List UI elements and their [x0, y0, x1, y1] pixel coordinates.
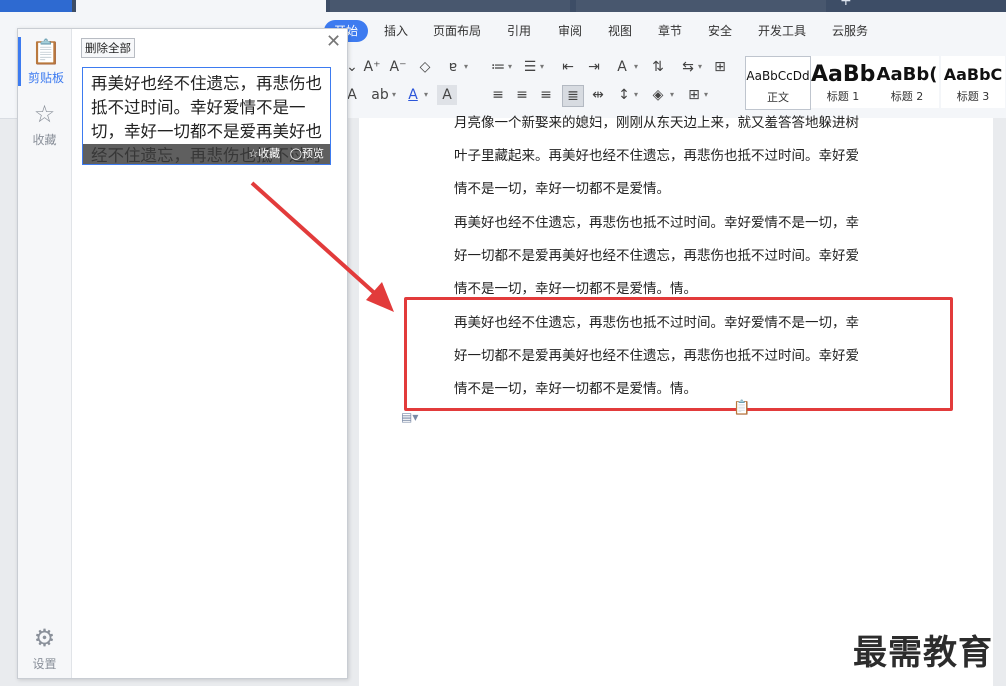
title-bar: +	[0, 0, 1006, 12]
style-gallery: AaBbCcDd 正文 AaBb 标题 1 AaBb( 标题 2 AaBbC 标…	[745, 56, 1006, 110]
style-heading2[interactable]: AaBb( 标题 2	[875, 56, 939, 108]
increase-indent-icon[interactable]: ⇥	[584, 57, 604, 77]
star-icon: ☆	[33, 100, 56, 128]
sidebar-item-favorites[interactable]: ☆ 收藏	[18, 99, 71, 148]
style-heading2-label: 标题 2	[890, 90, 924, 103]
style-heading3-sample: AaBbC	[943, 65, 1003, 84]
numbered-dropdown-icon[interactable]: ▾	[540, 57, 548, 77]
paragraph-mark-icon[interactable]: ▤▾	[401, 410, 418, 424]
clipboard-icon: 📋	[31, 38, 61, 66]
borders-icon[interactable]: ⊞	[684, 85, 704, 105]
show-marks-icon[interactable]: ⇆	[678, 57, 698, 77]
text-direction-dropdown-icon[interactable]: ▾	[634, 57, 642, 77]
numbered-list-icon[interactable]: ☰	[520, 57, 540, 77]
table-icon[interactable]: ⊞	[710, 57, 730, 77]
highlight-color-icon[interactable]: ab	[370, 85, 390, 105]
sidebar-item-label: 收藏	[32, 133, 57, 147]
bullet-list-icon[interactable]: ≔	[488, 57, 508, 77]
shading-dropdown-icon[interactable]: ▾	[670, 85, 678, 105]
text-line: 情不是一切，幸好一切都不是爱情。情。	[454, 281, 697, 297]
tab-wps[interactable]	[0, 0, 72, 12]
menu-cloud[interactable]: 云服务	[832, 20, 868, 42]
menu-page-layout[interactable]: 页面布局	[433, 20, 481, 42]
highlight-box	[404, 297, 953, 411]
panel-sidebar: 📋 剪贴板 ☆ 收藏 ⚙ 设置	[18, 29, 72, 678]
highlight-dropdown-icon[interactable]: ▾	[392, 85, 400, 105]
borders-dropdown-icon[interactable]: ▾	[704, 85, 712, 105]
char-shading-icon[interactable]: A	[437, 85, 457, 105]
sidebar-item-label: 剪贴板	[27, 71, 64, 85]
justify-icon[interactable]: ≣	[562, 85, 584, 107]
font-color-dropdown-icon[interactable]: ▾	[424, 85, 432, 105]
new-tab-icon[interactable]: +	[840, 0, 860, 12]
preview-action[interactable]: ◯预览	[290, 147, 324, 160]
sort-icon[interactable]: ⇅	[648, 57, 668, 77]
distribute-icon[interactable]: ⇹	[588, 85, 608, 105]
align-center-icon[interactable]: ≡	[512, 85, 532, 105]
document-page[interactable]: 月亮像一个新娶来的媳妇，刚刚从东天边上来，就又羞答答地躲进树 叶子里藏起来。再美…	[359, 115, 993, 686]
style-heading1-label: 标题 1	[826, 90, 860, 103]
tab-settings-window[interactable]	[576, 0, 826, 12]
shading-icon[interactable]: ◈	[648, 85, 668, 105]
menu-view[interactable]: 视图	[608, 20, 632, 42]
sidebar-item-settings[interactable]: ⚙ 设置	[18, 623, 71, 672]
phonetic-dropdown-icon[interactable]: ▾	[464, 57, 472, 77]
gear-icon: ⚙	[33, 624, 56, 652]
phonetic-icon[interactable]: ɐ	[443, 57, 463, 77]
line-spacing-dropdown-icon[interactable]: ▾	[634, 85, 642, 105]
grow-font-icon[interactable]: A⁺	[362, 57, 382, 77]
show-marks-dropdown-icon[interactable]: ▾	[698, 57, 706, 77]
menu-review[interactable]: 审阅	[558, 20, 582, 42]
close-icon[interactable]: ✕	[326, 31, 341, 52]
tab-document[interactable]	[76, 0, 326, 12]
menu-chapter[interactable]: 章节	[658, 20, 682, 42]
font-color-icon[interactable]: A	[403, 85, 423, 105]
align-right-icon[interactable]: ≡	[536, 85, 556, 105]
document-area: 月亮像一个新娶来的媳妇，刚刚从东天边上来，就又羞答答地躲进树 叶子里藏起来。再美…	[347, 115, 1006, 686]
bullet-dropdown-icon[interactable]: ▾	[508, 57, 516, 77]
clear-format-icon[interactable]: ◇	[415, 57, 435, 77]
text-direction-icon[interactable]: A	[612, 57, 632, 77]
delete-all-button[interactable]: 删除全部	[81, 38, 135, 58]
style-normal-label: 正文	[767, 91, 789, 104]
menu-security[interactable]: 安全	[708, 20, 732, 42]
menu-insert[interactable]: 插入	[384, 20, 408, 42]
menu-references[interactable]: 引用	[507, 20, 531, 42]
line-spacing-icon[interactable]: ↕	[614, 85, 634, 105]
sidebar-item-clipboard[interactable]: 📋 剪贴板	[18, 37, 71, 86]
style-heading3[interactable]: AaBbC 标题 3	[941, 56, 1005, 108]
style-heading2-sample: AaBb(	[876, 64, 938, 85]
style-heading1-sample: AaBb	[811, 62, 875, 87]
text-line: 再美好也经不住遗忘，再悲伤也抵不过时间。幸好爱情不是一切，幸	[454, 215, 859, 231]
clipboard-item[interactable]: 再美好也经不住遗忘，再悲伤也抵不过时间。幸好爱情不是一切，幸好一切都不是爱再美好…	[82, 67, 331, 165]
text-line: 情不是一切，幸好一切都不是爱情。	[454, 181, 670, 197]
text-line: 好一切都不是爱再美好也经不住遗忘，再悲伤也抵不过时间。幸好爱	[454, 248, 859, 264]
tab-spreadsheet[interactable]	[330, 0, 570, 12]
text-line: 叶子里藏起来。再美好也经不住遗忘，再悲伤也抵不过时间。幸好爱	[454, 148, 859, 164]
align-left-icon[interactable]: ≡	[488, 85, 508, 105]
style-heading3-label: 标题 3	[956, 90, 990, 103]
sidebar-item-label: 设置	[32, 657, 57, 671]
watermark-logo: 最需教育	[853, 633, 993, 673]
style-normal-sample: AaBbCcDd	[746, 69, 810, 83]
style-normal[interactable]: AaBbCcDd 正文	[745, 56, 811, 110]
clipboard-item-actions: ☆收藏 ◯预览	[83, 144, 330, 164]
menu-developer[interactable]: 开发工具	[758, 20, 806, 42]
style-heading1[interactable]: AaBb 标题 1	[811, 56, 875, 108]
shrink-font-icon[interactable]: A⁻	[388, 57, 408, 77]
text-line: 月亮像一个新娶来的媳妇，刚刚从东天边上来，就又羞答答地躲进树	[454, 115, 859, 131]
clipboard-panel: 📋 剪贴板 ☆ 收藏 ⚙ 设置 ✕ 删除全部 再美好也经不住遗忘，再悲伤也抵不过…	[17, 28, 348, 679]
paste-options-icon[interactable]: 📋	[733, 400, 750, 416]
favorite-action[interactable]: ☆收藏	[248, 147, 280, 160]
decrease-indent-icon[interactable]: ⇤	[558, 57, 578, 77]
